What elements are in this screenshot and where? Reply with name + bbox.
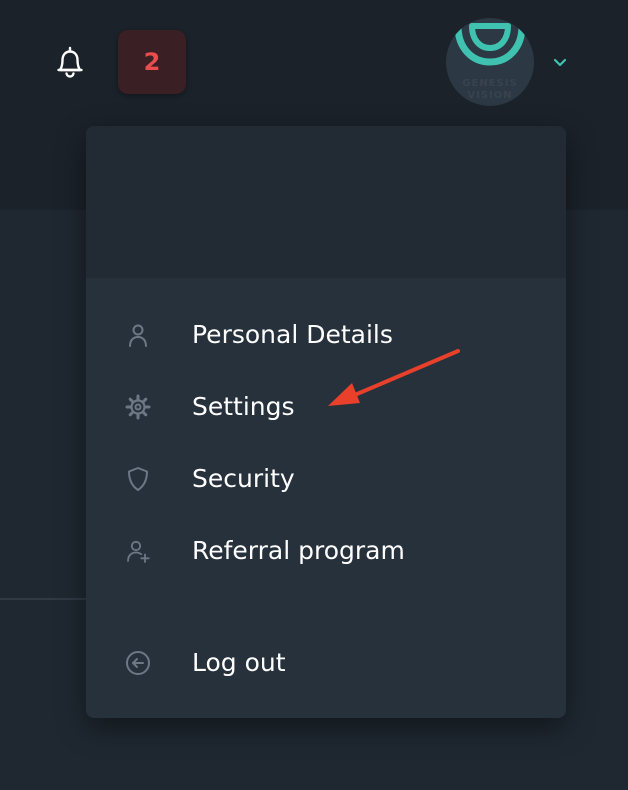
person-icon [124, 321, 152, 349]
menu-item-referral-program[interactable]: Referral program [86, 519, 566, 583]
background-divider [0, 598, 90, 600]
avatar-logo-text-line2: VISION [467, 90, 513, 101]
gear-icon [124, 393, 152, 421]
menu-item-label: Security [192, 464, 295, 493]
logout-icon [124, 649, 152, 677]
menu-item-label: Settings [192, 392, 295, 421]
menu-item-label: Log out [192, 648, 286, 677]
profile-dropdown-menu: Personal Details Settings Security Refer… [86, 126, 566, 718]
add-user-icon [124, 537, 152, 565]
user-avatar[interactable]: GENESIS VISION [446, 18, 534, 106]
menu-item-security[interactable]: Security [86, 447, 566, 511]
menu-item-log-out[interactable]: Log out [86, 631, 566, 695]
notifications-count-badge[interactable]: 2 [118, 30, 186, 94]
menu-item-label: Referral program [192, 536, 405, 565]
notifications-bell-icon[interactable] [52, 44, 88, 80]
avatar-logo-text-line1: GENESIS [462, 78, 518, 89]
chevron-down-icon[interactable] [552, 54, 568, 68]
menu-header [86, 126, 566, 278]
annotation-arrow-icon [328, 349, 460, 406]
shield-icon [124, 465, 152, 493]
